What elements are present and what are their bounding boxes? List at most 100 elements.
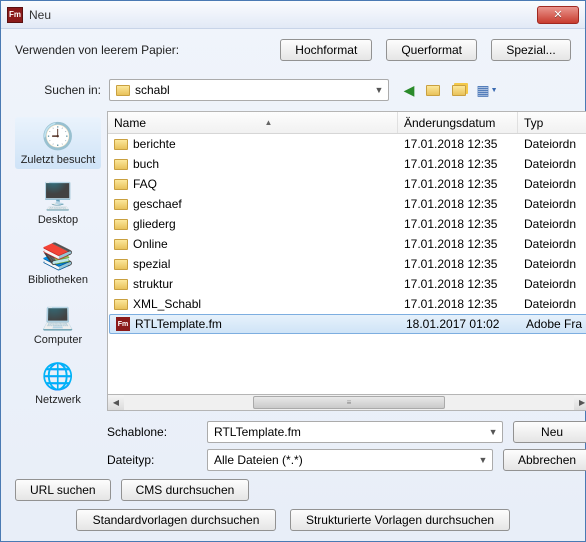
window-title: Neu (29, 8, 537, 22)
chevron-down-icon[interactable]: ▼ (370, 80, 388, 100)
portrait-button[interactable]: Hochformat (280, 39, 372, 61)
file-type: Dateiordn (518, 297, 586, 311)
file-name: FAQ (133, 177, 157, 191)
file-date: 17.01.2018 12:35 (398, 137, 518, 151)
file-name: geschaef (133, 197, 182, 211)
sidebar-item-desktop[interactable]: 🖥️Desktop (15, 177, 101, 229)
file-row[interactable]: struktur 17.01.2018 12:35Dateiordn (108, 274, 586, 294)
dialog-window: Fm Neu ✕ Verwenden von leerem Papier: Ho… (0, 0, 586, 542)
sidebar-item-network[interactable]: 🌐Netzwerk (15, 357, 101, 409)
sidebar-item-computer[interactable]: 💻Computer (15, 297, 101, 349)
folder-icon (114, 199, 128, 210)
template-label: Schablone: (107, 425, 197, 439)
filetype-label: Dateityp: (107, 453, 197, 467)
file-row[interactable]: gliederg17.01.2018 12:35Dateiordn (108, 214, 586, 234)
landscape-button[interactable]: Querformat (386, 39, 477, 61)
file-type: Dateiordn (518, 137, 586, 151)
scroll-thumb[interactable]: ≡ (253, 396, 446, 409)
computer-icon: 💻 (40, 300, 76, 332)
col-name[interactable]: Name ▲ (108, 112, 398, 133)
filetype-value: Alle Dateien (*.*) (214, 453, 303, 467)
sidebar-item-libraries[interactable]: 📚 Bibliotheken (15, 237, 101, 289)
lookin-label: Suchen in: (15, 83, 101, 97)
list-body[interactable]: berichte17.01.2018 12:35Dateiordnbuch17.… (108, 134, 586, 394)
scroll-left-icon[interactable]: ◀ (108, 395, 124, 410)
sidebar-item-label: Zuletzt besucht (21, 154, 96, 166)
folder-icon (114, 279, 128, 290)
file-type: Dateiordn (518, 237, 586, 251)
folder-icon (114, 179, 128, 190)
file-name: struktur (133, 277, 173, 291)
file-row[interactable]: berichte 17.01.2018 12:35Dateiordn (108, 134, 586, 154)
file-type: Dateiordn (518, 157, 586, 171)
template-combo[interactable]: RTLTemplate.fm ▼ (207, 421, 503, 443)
col-type[interactable]: Typ (518, 112, 586, 133)
file-row[interactable]: geschaef17.01.2018 12:35Dateiordn (108, 194, 586, 214)
file-name: berichte (133, 137, 176, 151)
file-row[interactable]: Fm RTLTemplate.fm 18.01.2017 01:02Adobe Fr… (109, 314, 586, 334)
file-date: 18.01.2017 01:02 (400, 317, 520, 331)
cms-search-button[interactable]: CMS durchsuchen (121, 479, 250, 501)
url-search-button[interactable]: URL suchen (15, 479, 111, 501)
file-type: Adobe Fra (520, 317, 586, 331)
app-icon: Fm (7, 7, 23, 23)
sidebar-item-label: Bibliotheken (28, 274, 88, 286)
folder-icon (116, 85, 130, 96)
file-type: Dateiordn (518, 177, 586, 191)
fm-file-icon: Fm (116, 317, 130, 331)
new-button[interactable]: Neu (513, 421, 586, 443)
file-name: Online (133, 237, 168, 251)
file-date: 17.01.2018 12:35 (398, 257, 518, 271)
filetype-combo[interactable]: Alle Dateien (*.*) ▼ (207, 449, 493, 471)
sidebar-item-recent[interactable]: 🕘Zuletzt besucht (15, 117, 101, 169)
lookin-combo[interactable]: schabl ▼ (109, 79, 389, 101)
struct-templates-button[interactable]: Strukturierte Vorlagen durchsuchen (290, 509, 510, 531)
file-row[interactable]: FAQ 17.01.2018 12:35Dateiordn (108, 174, 586, 194)
scroll-right-icon[interactable]: ▶ (574, 395, 586, 410)
folder-icon (114, 219, 128, 230)
new-folder-icon[interactable] (451, 80, 471, 100)
template-value: RTLTemplate.fm (214, 425, 301, 439)
file-date: 17.01.2018 12:35 (398, 217, 518, 231)
lookin-value: schabl (135, 83, 170, 97)
list-header[interactable]: Name ▲ Änderungsdatum Typ (108, 112, 586, 134)
file-row[interactable]: XML_Schabl17.01.2018 12:35Dateiordn (108, 294, 586, 314)
titlebar[interactable]: Fm Neu ✕ (1, 1, 585, 29)
network-icon: 🌐 (40, 360, 76, 392)
file-date: 17.01.2018 12:35 (398, 237, 518, 251)
folder-icon (114, 299, 128, 310)
sort-asc-icon: ▲ (265, 118, 273, 127)
up-icon[interactable] (425, 80, 445, 100)
horizontal-scrollbar[interactable]: ◀ ≡ ▶ (107, 395, 586, 411)
file-type: Dateiordn (518, 217, 586, 231)
file-type: Dateiordn (518, 197, 586, 211)
folder-icon (114, 259, 128, 270)
chevron-down-icon[interactable]: ▼ (474, 450, 492, 470)
file-row[interactable]: spezial17.01.2018 12:35Dateiordn (108, 254, 586, 274)
file-date: 17.01.2018 12:35 (398, 157, 518, 171)
blank-paper-label: Verwenden von leerem Papier: (15, 43, 179, 57)
file-date: 17.01.2018 12:35 (398, 277, 518, 291)
file-list[interactable]: Name ▲ Änderungsdatum Typ berichte 17.01.… (107, 111, 586, 395)
file-name: buch (133, 157, 159, 171)
col-date[interactable]: Änderungsdatum (398, 112, 518, 133)
special-button[interactable]: Spezial... (491, 39, 571, 61)
back-icon[interactable]: ◀ (399, 80, 419, 100)
close-button[interactable]: ✕ (537, 6, 579, 24)
file-type: Dateiordn (518, 257, 586, 271)
file-row[interactable]: buch 17.01.2018 12:35Dateiordn (108, 154, 586, 174)
file-date: 17.01.2018 12:35 (398, 177, 518, 191)
std-templates-button[interactable]: Standardvorlagen durchsuchen (76, 509, 276, 531)
places-sidebar: 🕘Zuletzt besucht 🖥️Desktop 📚 Bibliotheken 💻C… (15, 111, 101, 471)
view-icon[interactable]: ▦▼ (477, 80, 497, 100)
chevron-down-icon[interactable]: ▼ (484, 422, 502, 442)
file-name: RTLTemplate.fm (135, 317, 222, 331)
dialog-content: Verwenden von leerem Papier: Hochformat … (1, 29, 585, 541)
file-row[interactable]: Online 17.01.2018 12:35Dateiordn (108, 234, 586, 254)
folder-icon (114, 239, 128, 250)
desktop-icon: 🖥️ (40, 180, 76, 212)
cancel-button[interactable]: Abbrechen (503, 449, 586, 471)
file-date: 17.01.2018 12:35 (398, 297, 518, 311)
file-type: Dateiordn (518, 277, 586, 291)
libraries-icon: 📚 (40, 240, 76, 272)
